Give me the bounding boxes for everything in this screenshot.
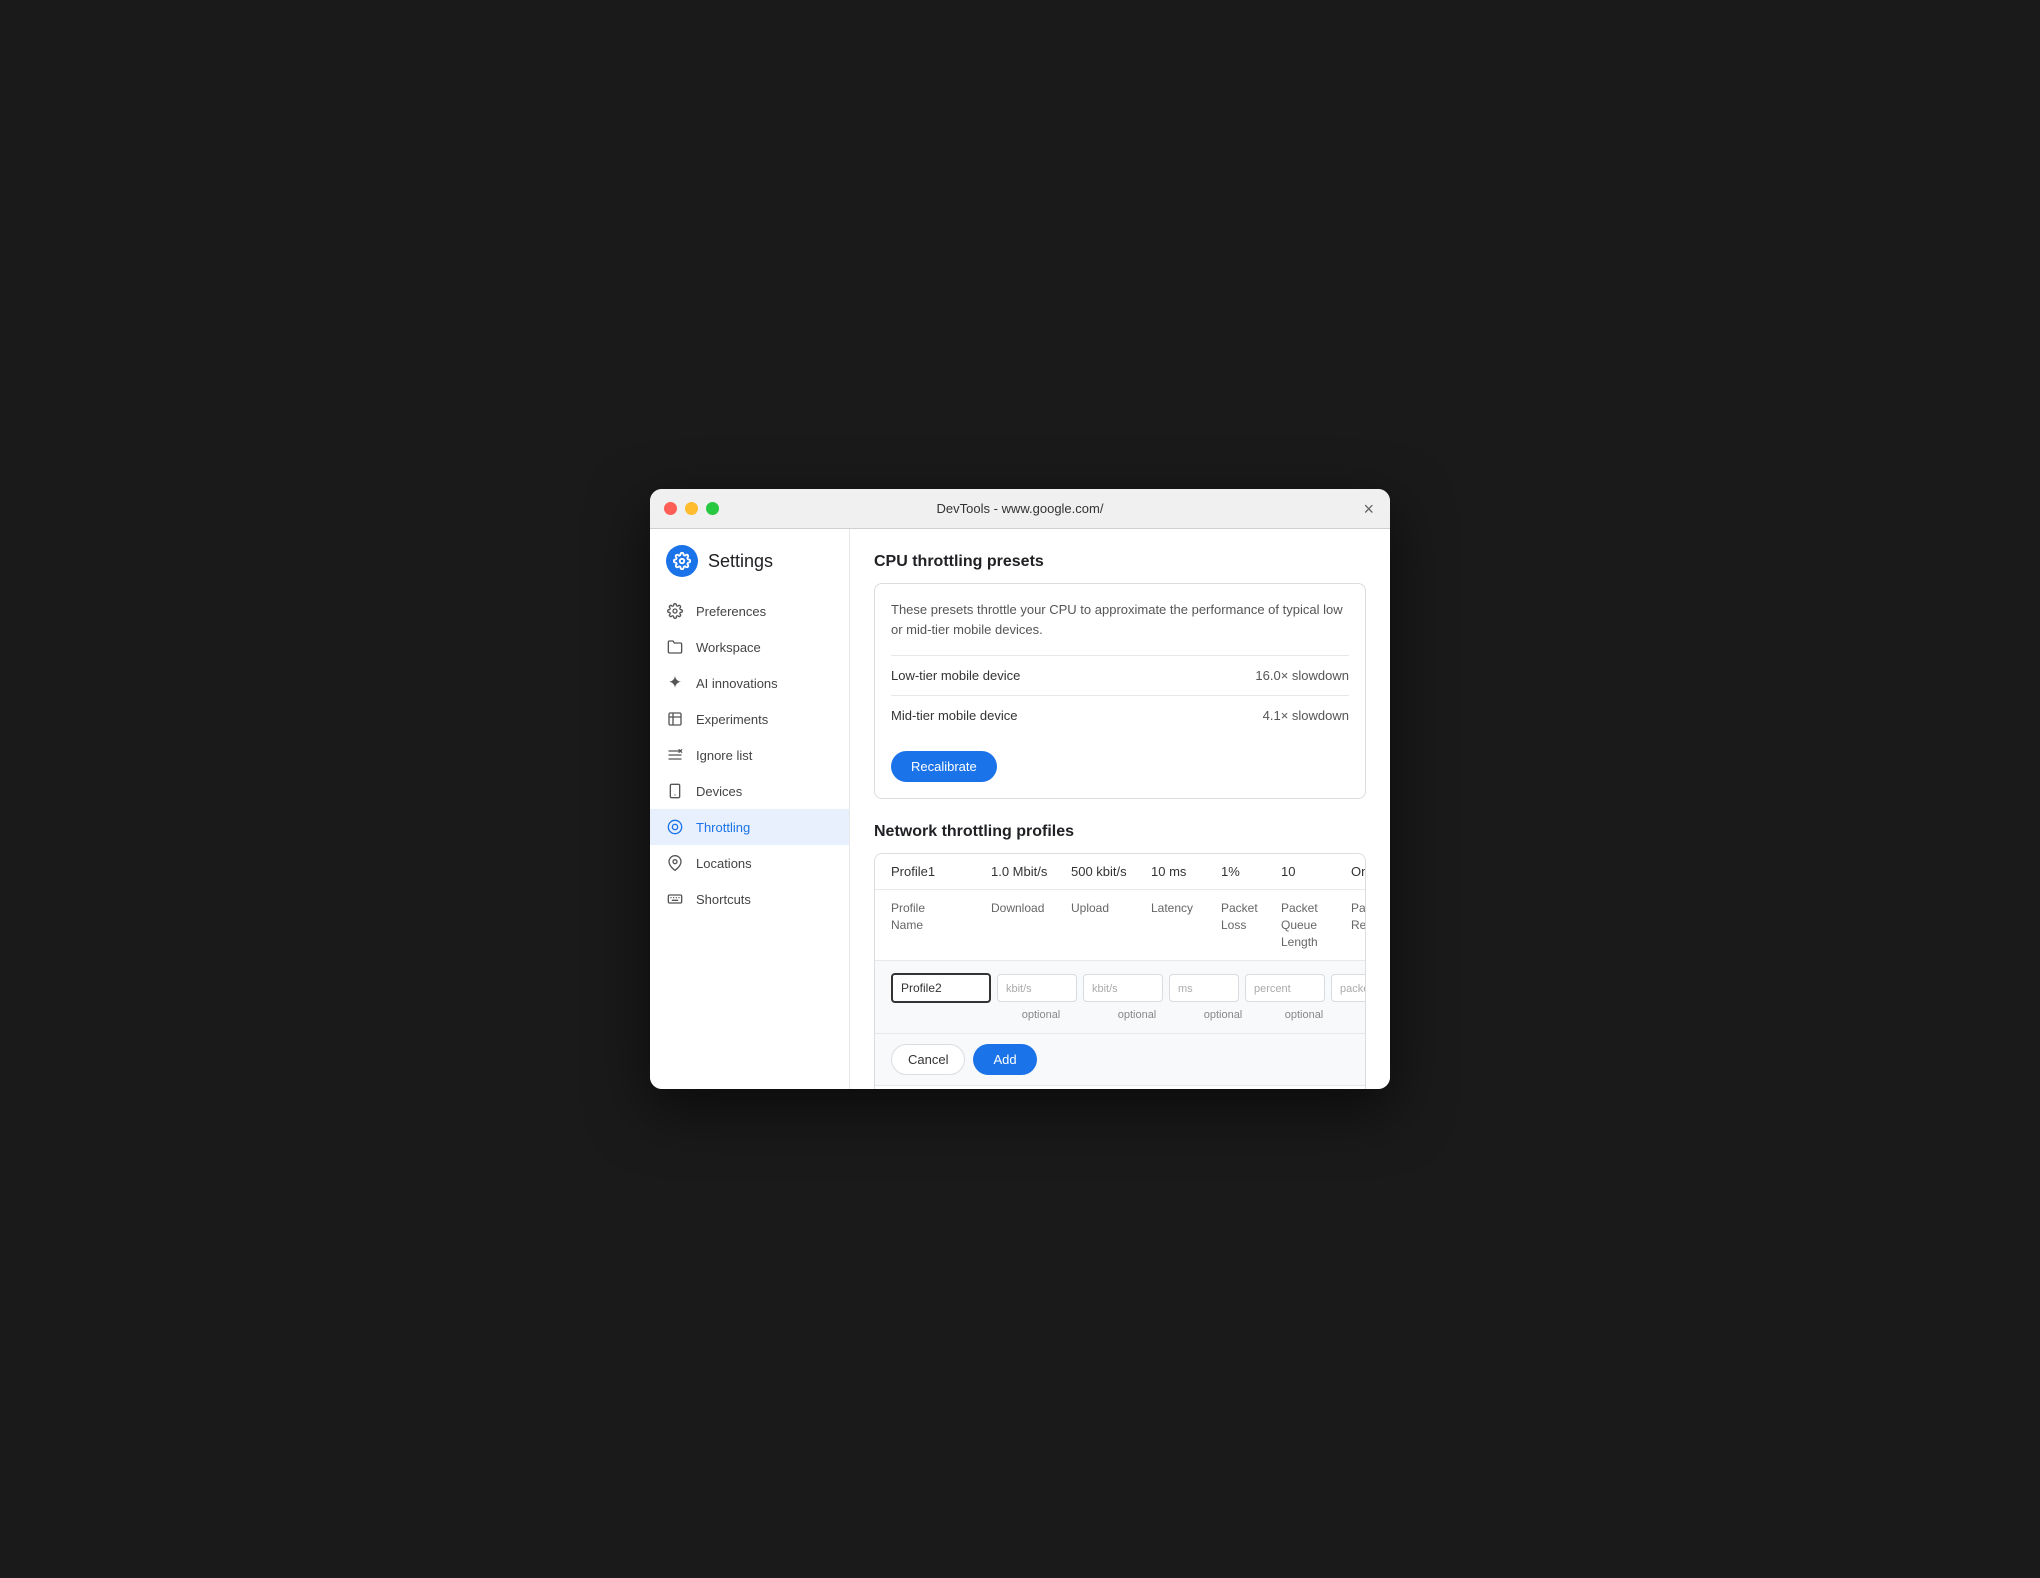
table-header-row: ProfileName Download Upload Latency Pack… bbox=[875, 890, 1365, 961]
traffic-lights bbox=[664, 502, 719, 515]
throttling-label: Throttling bbox=[696, 820, 750, 835]
optional-packet-loss: optional bbox=[1269, 1009, 1339, 1021]
locations-label: Locations bbox=[696, 856, 752, 871]
cpu-preset-low: Low-tier mobile device 16.0× slowdown bbox=[891, 655, 1349, 695]
existing-profile-row: Profile1 1.0 Mbit/s 500 kbit/s 10 ms 1% … bbox=[875, 854, 1365, 890]
workspace-icon bbox=[666, 638, 684, 656]
ignore-list-label: Ignore list bbox=[696, 748, 752, 763]
header-packet-loss: PacketLoss bbox=[1221, 900, 1281, 934]
add-row-optional-labels: optional optional optional optional opti… bbox=[891, 1009, 1349, 1021]
experiments-icon bbox=[666, 710, 684, 728]
add-row-inputs-grid bbox=[891, 973, 1349, 1003]
header-packet-queue: PacketQueueLength bbox=[1281, 900, 1351, 950]
throttling-icon bbox=[666, 818, 684, 836]
sidebar-item-preferences[interactable]: Preferences bbox=[650, 593, 849, 629]
network-section-title: Network throttling profiles bbox=[874, 823, 1366, 841]
header-profile-name: ProfileName bbox=[891, 900, 991, 934]
settings-logo-icon bbox=[666, 545, 698, 577]
profile1-name: Profile1 bbox=[891, 864, 991, 879]
sidebar-item-ai-innovations[interactable]: ✦ AI innovations bbox=[650, 665, 849, 701]
new-profile-packet-loss-input[interactable] bbox=[1245, 974, 1325, 1002]
window-title: DevTools - www.google.com/ bbox=[937, 501, 1104, 516]
sidebar-item-throttling[interactable]: Throttling bbox=[650, 809, 849, 845]
devtools-window: DevTools - www.google.com/ × Settings bbox=[650, 489, 1390, 1089]
header-download: Download bbox=[991, 900, 1071, 917]
add-profile-row: + Add profile bbox=[875, 1086, 1365, 1089]
sidebar-settings-title: Settings bbox=[708, 551, 773, 572]
cpu-throttling-box: These presets throttle your CPU to appro… bbox=[874, 583, 1366, 799]
devices-label: Devices bbox=[696, 784, 742, 799]
sidebar-item-workspace[interactable]: Workspace bbox=[650, 629, 849, 665]
sidebar-item-shortcuts[interactable]: Shortcuts bbox=[650, 881, 849, 917]
new-profile-download-input[interactable] bbox=[997, 974, 1077, 1002]
profile1-download: 1.0 Mbit/s bbox=[991, 864, 1071, 879]
preferences-label: Preferences bbox=[696, 604, 766, 619]
profile1-queue: 10 bbox=[1281, 864, 1351, 879]
header-upload: Upload bbox=[1071, 900, 1151, 917]
cpu-preset-low-label: Low-tier mobile device bbox=[891, 668, 1020, 683]
cancel-button[interactable]: Cancel bbox=[891, 1044, 965, 1075]
maximize-traffic-light[interactable] bbox=[706, 502, 719, 515]
optional-latency: optional bbox=[1183, 1009, 1263, 1021]
optional-upload: optional bbox=[1097, 1009, 1177, 1021]
sidebar: Settings Preferences Workspace bbox=[650, 529, 850, 1089]
cpu-preset-mid-label: Mid-tier mobile device bbox=[891, 708, 1017, 723]
profile1-latency: 10 ms bbox=[1151, 864, 1221, 879]
cpu-description: These presets throttle your CPU to appro… bbox=[891, 600, 1349, 639]
network-throttling-box: Profile1 1.0 Mbit/s 500 kbit/s 10 ms 1% … bbox=[874, 853, 1366, 1089]
shortcuts-label: Shortcuts bbox=[696, 892, 751, 907]
add-profile-inputs-row: optional optional optional optional opti… bbox=[875, 961, 1365, 1034]
ignore-list-icon bbox=[666, 746, 684, 764]
experiments-label: Experiments bbox=[696, 712, 768, 727]
profile1-packet-loss: 1% bbox=[1221, 864, 1281, 879]
new-profile-latency-input[interactable] bbox=[1169, 974, 1239, 1002]
profile1-upload: 500 kbit/s bbox=[1071, 864, 1151, 879]
cpu-preset-mid-value: 4.1× slowdown bbox=[1263, 708, 1349, 723]
workspace-label: Workspace bbox=[696, 640, 761, 655]
profile1-reordering: On bbox=[1351, 864, 1366, 879]
add-row-actions: Cancel Add bbox=[875, 1034, 1365, 1086]
optional-download: optional bbox=[991, 1009, 1091, 1021]
close-button[interactable]: × bbox=[1363, 500, 1374, 518]
sidebar-header: Settings bbox=[650, 545, 849, 593]
header-latency: Latency bbox=[1151, 900, 1221, 917]
ai-innovations-icon: ✦ bbox=[666, 674, 684, 692]
header-packet-reordering: PacketReordering bbox=[1351, 900, 1366, 934]
main-content: CPU throttling presets These presets thr… bbox=[850, 529, 1390, 1089]
close-traffic-light[interactable] bbox=[664, 502, 677, 515]
cpu-preset-low-value: 16.0× slowdown bbox=[1255, 668, 1349, 683]
title-bar: DevTools - www.google.com/ × bbox=[650, 489, 1390, 529]
cpu-preset-mid: Mid-tier mobile device 4.1× slowdown bbox=[891, 695, 1349, 735]
sidebar-item-locations[interactable]: Locations bbox=[650, 845, 849, 881]
minimize-traffic-light[interactable] bbox=[685, 502, 698, 515]
sidebar-item-ignore-list[interactable]: Ignore list bbox=[650, 737, 849, 773]
new-profile-upload-input[interactable] bbox=[1083, 974, 1163, 1002]
shortcuts-icon bbox=[666, 890, 684, 908]
sidebar-item-experiments[interactable]: Experiments bbox=[650, 701, 849, 737]
add-button[interactable]: Add bbox=[973, 1044, 1036, 1075]
new-profile-name-input[interactable] bbox=[891, 973, 991, 1003]
preferences-icon bbox=[666, 602, 684, 620]
ai-innovations-label: AI innovations bbox=[696, 676, 778, 691]
app-body: Settings Preferences Workspace bbox=[650, 529, 1390, 1089]
network-throttling-section: Network throttling profiles Profile1 1.0… bbox=[874, 823, 1366, 1089]
new-profile-queue-input[interactable] bbox=[1331, 974, 1366, 1002]
sidebar-item-devices[interactable]: Devices bbox=[650, 773, 849, 809]
optional-queue: optional bbox=[1345, 1009, 1366, 1021]
cpu-section-title: CPU throttling presets bbox=[874, 553, 1366, 571]
recalibrate-button[interactable]: Recalibrate bbox=[891, 751, 997, 782]
devices-icon bbox=[666, 782, 684, 800]
cpu-throttling-section: CPU throttling presets These presets thr… bbox=[874, 553, 1366, 799]
locations-icon bbox=[666, 854, 684, 872]
